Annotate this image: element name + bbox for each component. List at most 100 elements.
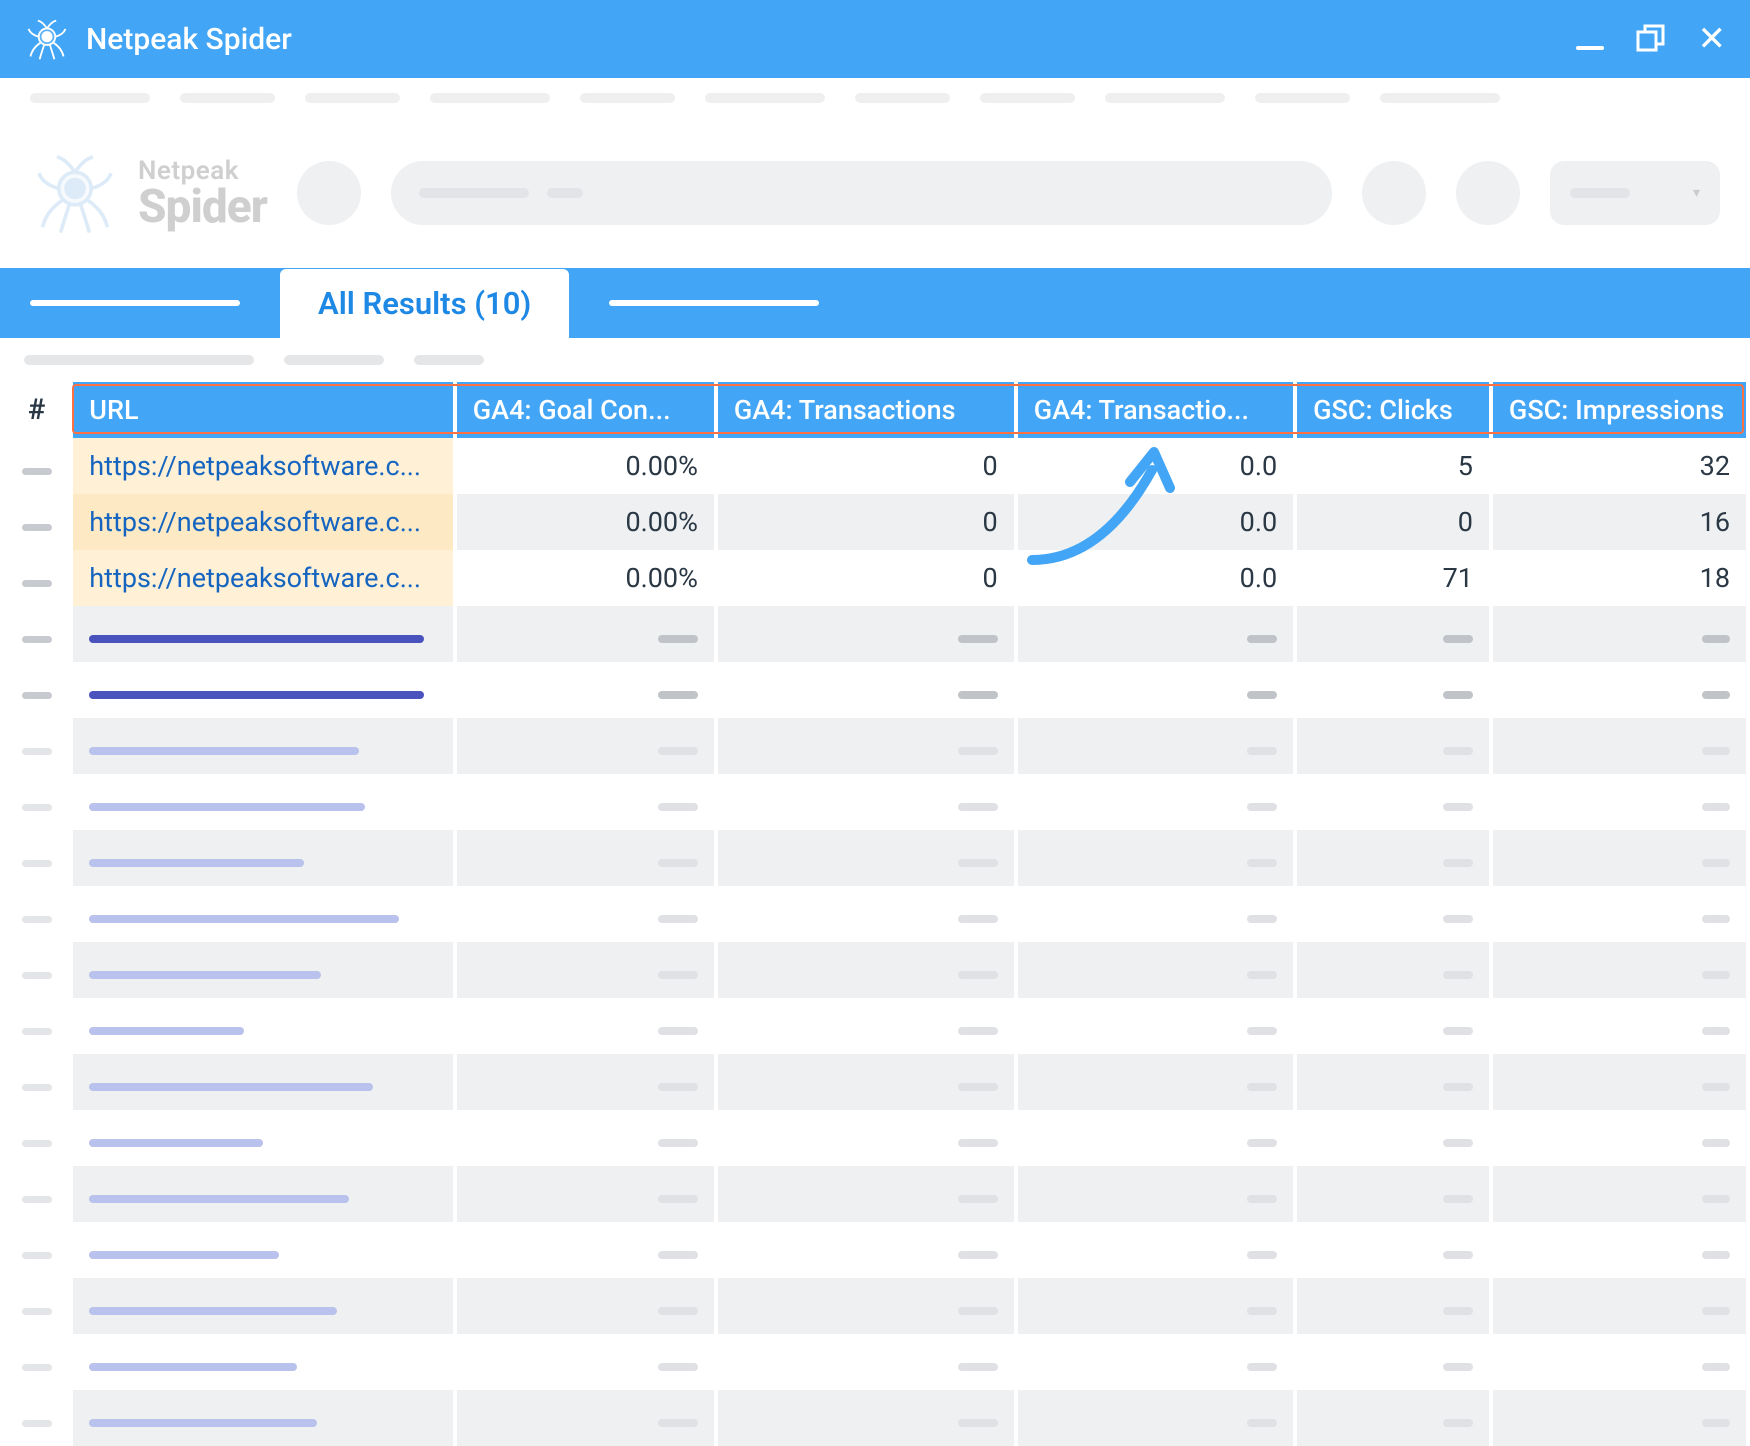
chevron-down-icon: ▾ xyxy=(1693,185,1700,201)
cell-url[interactable]: https://netpeaksoftware.c... xyxy=(73,494,453,550)
toolbar-button-placeholder[interactable] xyxy=(297,161,361,225)
cell-placeholder xyxy=(1018,830,1293,886)
cell-placeholder xyxy=(1297,662,1489,718)
row-index xyxy=(4,1390,69,1446)
column-index[interactable]: # xyxy=(4,382,69,438)
cell-placeholder xyxy=(73,998,453,1054)
cell-placeholder xyxy=(457,886,714,942)
cell-placeholder xyxy=(457,718,714,774)
url-input[interactable] xyxy=(391,161,1332,225)
row-index xyxy=(4,1110,69,1166)
cell-gsc-impr: 18 xyxy=(1493,550,1746,606)
cell-placeholder xyxy=(457,1390,714,1446)
column-ga4-transaction-rev[interactable]: GA4: Transactio... xyxy=(1018,382,1293,438)
menu-item-placeholder xyxy=(180,93,275,103)
toolbar-button-placeholder[interactable] xyxy=(1456,161,1520,225)
cell-placeholder xyxy=(1493,606,1746,662)
tab-placeholder[interactable] xyxy=(30,300,240,306)
table-row-placeholder xyxy=(4,1278,1746,1334)
cell-placeholder xyxy=(457,830,714,886)
cell-placeholder xyxy=(1493,662,1746,718)
cell-placeholder xyxy=(1297,1110,1489,1166)
tab-placeholder[interactable] xyxy=(609,300,819,306)
menu-item-placeholder xyxy=(1380,93,1500,103)
cell-placeholder xyxy=(1297,1390,1489,1446)
row-index xyxy=(4,1334,69,1390)
cell-placeholder xyxy=(1297,998,1489,1054)
column-ga4-goal[interactable]: GA4: Goal Con... xyxy=(457,382,714,438)
cell-placeholder xyxy=(1493,886,1746,942)
row-index xyxy=(4,830,69,886)
toolbar-button-placeholder[interactable] xyxy=(1362,161,1426,225)
cell-placeholder xyxy=(457,942,714,998)
table-row[interactable]: https://netpeaksoftware.c... 0.00% 0 0.0… xyxy=(4,550,1746,606)
cell-placeholder xyxy=(718,1222,1014,1278)
cell-ga4-tx: 0 xyxy=(718,494,1014,550)
table-row-placeholder xyxy=(4,830,1746,886)
cell-placeholder xyxy=(1297,1054,1489,1110)
cell-placeholder xyxy=(718,998,1014,1054)
table-header-row: # URL GA4: Goal Con... GA4: Transactions… xyxy=(4,382,1746,438)
cell-placeholder xyxy=(718,1054,1014,1110)
cell-ga4-goal: 0.00% xyxy=(457,494,714,550)
row-index xyxy=(4,718,69,774)
column-gsc-clicks[interactable]: GSC: Clicks xyxy=(1297,382,1489,438)
minimize-button[interactable] xyxy=(1576,22,1604,56)
row-index xyxy=(4,998,69,1054)
cell-placeholder xyxy=(1018,718,1293,774)
table-row[interactable]: https://netpeaksoftware.c... 0.00% 0 0.0… xyxy=(4,494,1746,550)
row-index xyxy=(4,1166,69,1222)
cell-url[interactable]: https://netpeaksoftware.c... xyxy=(73,438,453,494)
subtab-placeholder xyxy=(24,355,254,365)
cell-placeholder xyxy=(457,998,714,1054)
maximize-button[interactable] xyxy=(1636,24,1666,54)
window-controls: ✕ xyxy=(1576,22,1727,56)
cell-placeholder xyxy=(457,1110,714,1166)
cell-placeholder xyxy=(457,1222,714,1278)
cell-placeholder xyxy=(1018,1222,1293,1278)
cell-placeholder xyxy=(1018,1110,1293,1166)
cell-placeholder xyxy=(718,886,1014,942)
cell-placeholder xyxy=(718,1166,1014,1222)
toolbar-dropdown-placeholder[interactable]: ▾ xyxy=(1550,161,1720,225)
cell-placeholder xyxy=(1493,1334,1746,1390)
cell-placeholder xyxy=(457,1278,714,1334)
app-icon xyxy=(24,16,70,62)
cell-placeholder xyxy=(457,774,714,830)
column-gsc-impressions[interactable]: GSC: Impressions xyxy=(1493,382,1746,438)
row-index xyxy=(4,1054,69,1110)
cell-placeholder xyxy=(1493,942,1746,998)
cell-placeholder xyxy=(73,942,453,998)
cell-placeholder xyxy=(457,1334,714,1390)
subtab-placeholder xyxy=(284,355,384,365)
cell-placeholder xyxy=(1018,886,1293,942)
row-index xyxy=(4,606,69,662)
table-row-placeholder xyxy=(4,942,1746,998)
cell-placeholder xyxy=(73,1166,453,1222)
cell-ga4-tx2: 0.0 xyxy=(1018,550,1293,606)
cell-placeholder xyxy=(718,1278,1014,1334)
table-row[interactable]: https://netpeaksoftware.c... 0.00% 0 0.0… xyxy=(4,438,1746,494)
column-ga4-transactions[interactable]: GA4: Transactions xyxy=(718,382,1014,438)
column-url[interactable]: URL xyxy=(73,382,453,438)
cell-url[interactable]: https://netpeaksoftware.c... xyxy=(73,550,453,606)
row-index xyxy=(4,550,69,606)
cell-placeholder xyxy=(1297,830,1489,886)
cell-placeholder xyxy=(718,774,1014,830)
cell-placeholder xyxy=(718,662,1014,718)
cell-placeholder xyxy=(73,1222,453,1278)
close-button[interactable]: ✕ xyxy=(1698,22,1727,56)
cell-placeholder xyxy=(457,1054,714,1110)
cell-placeholder xyxy=(73,1054,453,1110)
tab-all-results[interactable]: All Results (10) xyxy=(280,269,569,338)
table-row-placeholder xyxy=(4,1166,1746,1222)
table-row-placeholder xyxy=(4,998,1746,1054)
cell-placeholder xyxy=(1493,774,1746,830)
cell-placeholder xyxy=(1493,1278,1746,1334)
table-row-placeholder xyxy=(4,606,1746,662)
cell-placeholder xyxy=(718,1390,1014,1446)
cell-placeholder xyxy=(718,830,1014,886)
row-index xyxy=(4,494,69,550)
tabbar: All Results (10) xyxy=(0,268,1750,338)
app-logo: Netpeak Spider xyxy=(30,148,267,238)
